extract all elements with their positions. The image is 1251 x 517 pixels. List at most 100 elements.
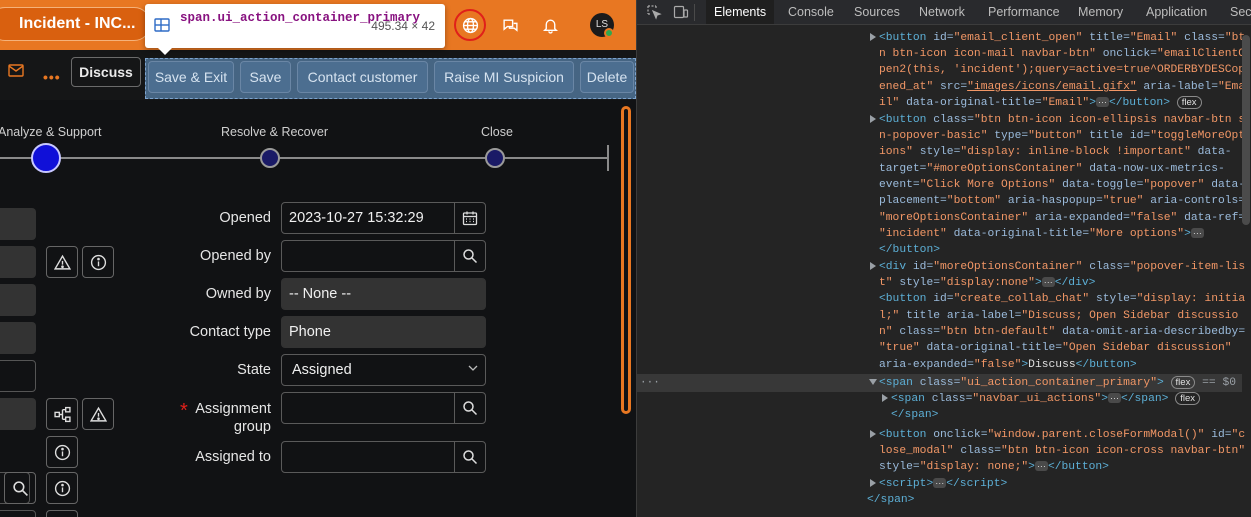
tab-network[interactable]: Network [911,0,973,24]
search-icon[interactable] [454,442,485,472]
inspector-tooltip: span.ui_action_container_primary 495.34 … [145,4,445,55]
expand-triangle-icon[interactable] [870,430,876,438]
info-icon[interactable] [82,246,114,278]
warning-icon[interactable] [82,398,114,430]
tab-elements[interactable]: Elements [706,0,775,24]
bell-icon[interactable] [534,9,566,41]
dom-line: l;" title aria-label="Discuss; Open Side… [879,310,1239,322]
left-field-6[interactable] [0,398,36,430]
form-scrollbar[interactable] [621,106,631,414]
inspect-icon[interactable] [646,4,662,20]
dom-line: style="display: none;"> ··· </button> [879,461,1109,473]
search-icon[interactable] [4,472,36,504]
expand-triangle-icon[interactable] [870,262,876,270]
tab-security[interactable]: Sec [1222,0,1251,24]
tab-sources[interactable]: Sources [846,0,908,24]
dom-line: </span> [891,409,939,421]
stage-marker-close[interactable] [485,148,505,168]
stage-label-close: Close [481,125,513,139]
hierarchy-icon[interactable] [46,398,78,430]
contact-type-label: Contact type [189,324,271,340]
dom-line: ions" style="display: inline-block !impo… [879,146,1232,158]
dom-line: </span> [867,494,915,506]
state-value: Assigned [292,362,352,378]
chat-icon[interactable] [494,9,526,41]
opened-value: 2023-10-27 15:32:29 [289,210,424,226]
dom-line: <button onclick="window.parent.closeForm… [879,429,1246,441]
tab-application[interactable]: Application [1138,0,1215,24]
expand-triangle-icon[interactable] [870,479,876,487]
state-select[interactable]: Assigned [281,354,486,386]
contact-type-field[interactable]: Phone [281,316,486,348]
search-icon[interactable] [454,241,485,271]
save-and-exit-button[interactable]: Save & Exit [148,61,234,93]
globe-icon[interactable] [454,9,486,41]
dom-line: n-popover-basic" type="button" title id=… [879,130,1246,142]
calendar-icon[interactable] [454,203,485,233]
tab-performance[interactable]: Performance [980,0,1068,24]
save-button[interactable]: Save [240,61,291,93]
warning-icon[interactable] [46,246,78,278]
elements-dom-tree[interactable]: ··· <button id="email_client_open" title… [637,26,1245,517]
left-field-3[interactable] [0,284,36,316]
dom-line: <button class="btn btn-icon icon-ellipsi… [879,114,1246,126]
dom-line: event="Click More Options" data-toggle="… [879,179,1246,191]
dom-line: "true" data-original-title="Open Sidebar… [879,342,1232,354]
assigned-to-label: Assigned to [195,449,271,465]
left-field-4[interactable] [0,322,36,354]
stage-marker-resolve[interactable] [260,148,280,168]
record-title-tab[interactable]: Incident - INC... [0,7,151,41]
device-toggle-icon[interactable] [673,4,689,20]
expand-triangle-icon[interactable] [882,394,888,402]
tooltip-arrow [158,48,172,55]
toolbar-divider [694,4,695,21]
left-field-8[interactable] [0,510,36,517]
delete-button[interactable]: Delete [580,61,634,93]
mail-icon[interactable] [8,64,24,77]
devtools-tab-bar: Elements Console Sources Network Perform… [637,0,1251,25]
discuss-button[interactable]: Discuss [71,57,141,87]
owned-by-label: Owned by [205,286,271,302]
contact-customer-button[interactable]: Contact customer [297,61,428,93]
left-field-1[interactable] [0,208,36,240]
node-actions-icon[interactable]: ··· [640,375,660,391]
assignment-group-field[interactable] [281,392,486,424]
dom-line: lose_modal" class="btn btn-icon icon-cro… [879,445,1246,457]
layout-icon [154,18,170,32]
stage-track [0,157,608,159]
opened-by-field[interactable] [281,240,486,272]
search-icon[interactable] [454,393,485,423]
dom-line: <button id="email_client_open" title="Em… [879,32,1246,44]
opened-field[interactable]: 2023-10-27 15:32:29 [281,202,486,234]
opened-label: Opened [219,210,271,226]
dom-line: target="#moreOptionsContainer" data-now-… [879,163,1225,175]
assignment-group-label: Assignment group [195,401,271,435]
stage-marker-active[interactable] [31,143,61,173]
info-icon[interactable] [46,436,78,468]
dom-line: pen2(this, 'incident');query=active=true… [879,64,1246,76]
left-field-5[interactable] [0,360,36,392]
dom-line: t" style="display:none"> ··· </div> [879,277,1096,289]
tab-console[interactable]: Console [780,0,842,24]
assigned-to-field[interactable] [281,441,486,473]
tab-memory[interactable]: Memory [1070,0,1131,24]
expand-triangle-icon[interactable] [870,115,876,123]
devtools-scrollbar[interactable] [1242,35,1250,225]
opened-by-label: Opened by [200,248,271,264]
raise-mi-suspicion-button[interactable]: Raise MI Suspicion [434,61,574,93]
left-field-2[interactable] [0,246,36,278]
info-icon[interactable] [46,472,78,504]
state-label: State [237,362,271,378]
collapse-triangle-icon[interactable] [869,379,877,385]
devtools-panel: Elements Console Sources Network Perform… [636,0,1251,517]
dom-line: ened_at" src="images/icons/email.gifx" a… [879,81,1246,93]
inspector-selector: span.ui_action_container_primary [180,11,421,25]
dom-line: <span class="ui_action_container_primary… [879,376,1237,389]
dom-line: "moreOptionsContainer" aria-expanded="fa… [879,212,1246,224]
expand-triangle-icon[interactable] [870,33,876,41]
owned-by-field[interactable]: -- None -- [281,278,486,310]
info-icon[interactable] [46,510,78,517]
stage-track-end [607,145,609,171]
dom-line: <span class="navbar_ui_actions"> ··· </spa… [891,391,1251,407]
more-options-icon[interactable]: ••• [43,69,61,85]
